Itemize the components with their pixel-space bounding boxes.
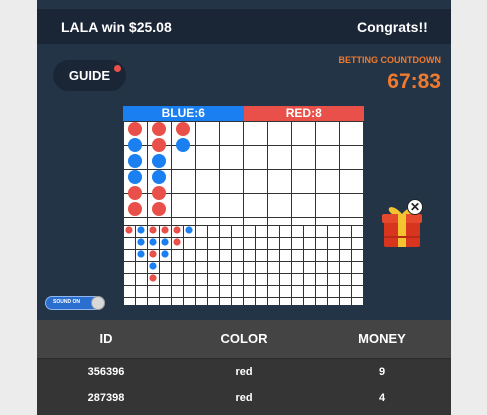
cell-color: red (235, 392, 253, 404)
small-road-bead (161, 250, 169, 258)
notification-dot-icon (114, 65, 121, 72)
big-road-bead (128, 170, 142, 184)
blue-count: BLUE:6 (123, 106, 244, 121)
cell-id: 287398 (87, 392, 125, 404)
table-row: 287398 red 4 (37, 385, 451, 411)
big-road-bead (176, 138, 190, 152)
big-road-bead (152, 170, 166, 184)
big-road-bead (152, 138, 166, 152)
table-row: 356396 red 9 (37, 359, 451, 385)
big-road-bead (128, 202, 142, 216)
big-road-bead (128, 186, 142, 200)
bets-table: ID COLOR MONEY 356396 red 9 287398 red 4 (37, 320, 451, 415)
small-road-bead (173, 226, 181, 234)
cell-color: red (235, 366, 253, 378)
big-road-bead (128, 154, 142, 168)
small-road-bead (125, 226, 133, 234)
big-road-bead (152, 186, 166, 200)
board-header: BLUE:6 RED:8 (123, 106, 364, 121)
small-road-bead (137, 226, 145, 234)
close-gift-icon[interactable]: ✕ (407, 199, 423, 215)
big-road-bead (152, 122, 166, 136)
winner-ticker: LALA win $25.08 Congrats!! (37, 9, 451, 44)
ticker-congrats-text: Congrats!! (357, 19, 428, 35)
big-road-bead (176, 122, 190, 136)
guide-button[interactable]: GUIDE (53, 60, 126, 91)
road-grid (123, 121, 364, 305)
small-road-bead (161, 226, 169, 234)
small-road-bead (161, 238, 169, 246)
col-header-color: COLOR (220, 331, 268, 346)
big-road-bead (152, 154, 166, 168)
cell-money: 9 (378, 366, 386, 378)
small-road-bead (149, 274, 157, 282)
col-header-id: ID (99, 331, 113, 346)
big-road-bead (128, 122, 142, 136)
col-header-money: MONEY (358, 331, 406, 346)
cell-id: 356396 (87, 366, 125, 378)
results-board: BLUE:6 RED:8 (123, 106, 364, 305)
game-panel: LALA win $25.08 Congrats!! GUIDE BETTING… (37, 0, 451, 415)
sound-toggle[interactable]: SOUND ON (45, 296, 105, 310)
small-road-bead (137, 238, 145, 246)
red-count: RED:8 (243, 106, 364, 121)
countdown-label: BETTING COUNTDOWN (338, 55, 442, 65)
ticker-winner-text: LALA win $25.08 (61, 19, 172, 35)
small-road-bead (173, 238, 181, 246)
guide-label: GUIDE (68, 68, 111, 83)
countdown-timer: 67:83 (387, 70, 441, 93)
toggle-knob-icon (91, 296, 105, 310)
small-road-bead (185, 226, 193, 234)
big-road-bead (152, 202, 166, 216)
cell-money: 4 (378, 392, 386, 404)
small-road-bead (137, 250, 145, 258)
sound-label: SOUND ON (53, 299, 80, 305)
small-road-bead (149, 238, 157, 246)
road-map (123, 121, 364, 305)
small-road-bead (149, 250, 157, 258)
table-header: ID COLOR MONEY (37, 320, 451, 359)
small-road-bead (149, 226, 157, 234)
big-road-bead (128, 138, 142, 152)
small-road-bead (149, 262, 157, 270)
